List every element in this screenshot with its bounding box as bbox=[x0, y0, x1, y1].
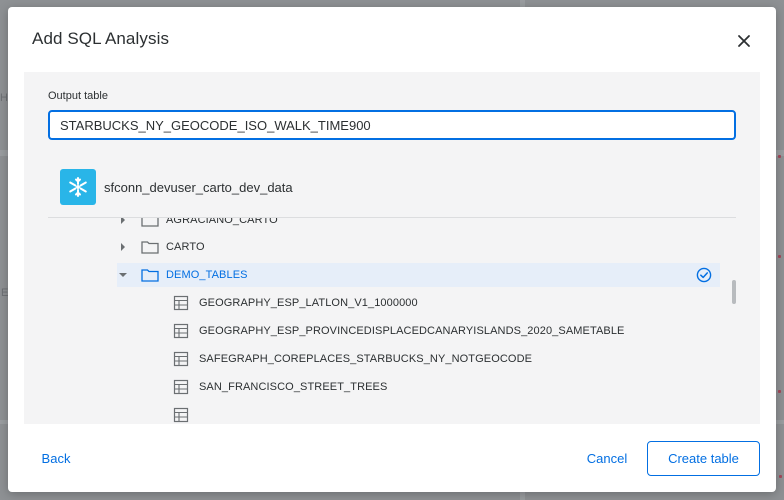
dialog-body: Output table sfconn_devuser_carto_dev_da… bbox=[24, 72, 760, 424]
tree-folder[interactable]: AGRACIANO_CARTO bbox=[117, 218, 278, 232]
table-icon bbox=[173, 379, 189, 395]
schema-tree[interactable]: AGRACIANO_CARTO CARTO DEMO_TABLES GEOGRA… bbox=[24, 218, 760, 424]
chevron-right-icon[interactable] bbox=[117, 241, 129, 253]
table-icon bbox=[173, 351, 189, 367]
map-point bbox=[778, 155, 781, 158]
chevron-right-icon[interactable] bbox=[117, 218, 129, 226]
tree-folder-selected[interactable]: DEMO_TABLES bbox=[117, 263, 720, 287]
table-label: SAN_FRANCISCO_STREET_TREES bbox=[199, 381, 388, 393]
map-point bbox=[778, 390, 781, 393]
folder-label: DEMO_TABLES bbox=[166, 269, 248, 281]
folder-icon bbox=[141, 218, 159, 228]
table-label: GEOGRAPHY_ESP_PROVINCEDISPLACEDCANARYISL… bbox=[199, 325, 625, 337]
snowflake-icon bbox=[60, 169, 96, 205]
map-point bbox=[778, 255, 781, 258]
tree-table[interactable]: GEOGRAPHY_ESP_PROVINCEDISPLACEDCANARYISL… bbox=[173, 319, 624, 343]
add-sql-analysis-dialog: Add SQL Analysis Output table sfcon bbox=[8, 7, 776, 492]
connection-header: sfconn_devuser_carto_dev_data bbox=[60, 169, 293, 205]
check-circle-icon bbox=[696, 267, 712, 283]
output-table-input[interactable] bbox=[48, 110, 736, 140]
tree-table[interactable]: SAN_FRANCISCO_STREET_TREES bbox=[173, 375, 387, 399]
cancel-button[interactable]: Cancel bbox=[574, 441, 640, 475]
tree-folder[interactable]: CARTO bbox=[117, 235, 205, 259]
table-icon bbox=[173, 407, 189, 423]
output-table-label: Output table bbox=[48, 90, 108, 102]
chevron-down-icon[interactable] bbox=[117, 269, 129, 281]
table-label: SAFEGRAPH_COREPLACES_STARBUCKS_NY_NOTGEO… bbox=[199, 353, 533, 365]
close-icon bbox=[738, 35, 750, 47]
folder-label: AGRACIANO_CARTO bbox=[166, 218, 278, 226]
back-button[interactable]: Back bbox=[28, 441, 84, 475]
table-label: GEOGRAPHY_ESP_LATLON_V1_1000000 bbox=[199, 297, 418, 309]
create-table-button[interactable]: Create table bbox=[647, 441, 760, 476]
folder-icon bbox=[141, 267, 159, 283]
close-button[interactable] bbox=[732, 29, 756, 53]
map-point bbox=[779, 475, 782, 478]
tree-table[interactable]: GEOGRAPHY_ESP_LATLON_V1_1000000 bbox=[173, 291, 418, 315]
tree-scrollbar[interactable] bbox=[732, 280, 736, 304]
folder-label: CARTO bbox=[166, 241, 205, 253]
tree-table[interactable]: SAFEGRAPH_COREPLACES_STARBUCKS_NY_NOTGEO… bbox=[173, 347, 532, 371]
table-icon bbox=[173, 295, 189, 311]
connection-name: sfconn_devuser_carto_dev_data bbox=[104, 179, 293, 195]
dialog-title: Add SQL Analysis bbox=[32, 29, 170, 48]
tree-table[interactable] bbox=[173, 403, 189, 424]
folder-icon bbox=[141, 239, 159, 255]
table-icon bbox=[173, 323, 189, 339]
